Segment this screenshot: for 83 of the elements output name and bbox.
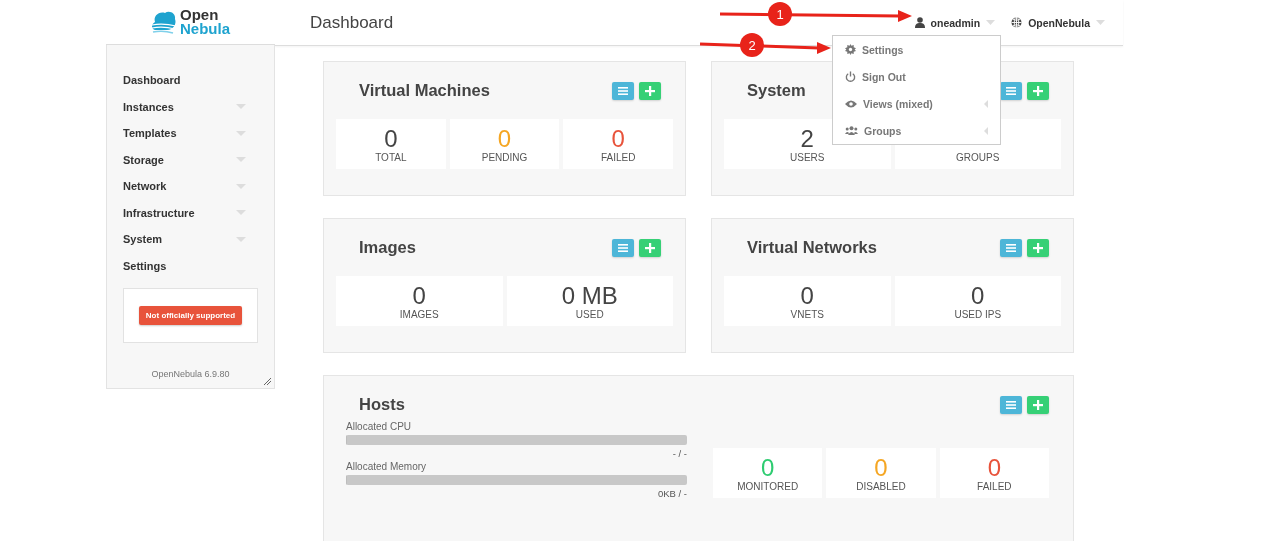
sidebar-item[interactable]: Network (123, 173, 274, 200)
menu-item[interactable]: Groups (833, 117, 1000, 144)
stat-label: USERS (790, 151, 825, 163)
warning-badge: Not officially supported (138, 306, 243, 325)
cloud-logo-icon (151, 10, 177, 34)
card-title: Virtual Machines (359, 81, 490, 100)
stat-label: TOTAL (375, 151, 407, 163)
menu-item[interactable]: Sign Out (833, 63, 1000, 90)
stat-value: 0 (971, 282, 985, 309)
plus-icon (645, 242, 655, 253)
stat-label: MONITORED (737, 480, 799, 492)
meter-reading: - / - (672, 448, 687, 459)
version-text: OpenNebula 6.9.80 (150, 369, 231, 379)
power-icon (845, 71, 856, 82)
user-menu[interactable]: oneadmin (914, 16, 996, 29)
stat-label: GROUPS (956, 151, 1000, 163)
step-badge: 2 (740, 33, 764, 57)
globe-icon (1011, 17, 1023, 28)
stat-label: USED (575, 308, 604, 320)
sidebar-item[interactable]: Dashboard (123, 67, 274, 94)
list-icon (1006, 400, 1016, 409)
group-icon (845, 126, 858, 135)
list-button[interactable] (1000, 81, 1022, 100)
stat-label: VNETS (790, 308, 824, 320)
add-button[interactable] (639, 81, 661, 100)
logo-text: Nebula (180, 22, 230, 36)
sidebar-item[interactable]: Templates (123, 120, 274, 147)
sidebar-item[interactable]: Infrastructure (123, 199, 274, 226)
card-title: System (747, 81, 806, 100)
card-title: Hosts (359, 395, 405, 414)
resize-handle-icon[interactable] (264, 378, 271, 385)
add-button[interactable] (639, 238, 661, 257)
meter-label: Allocated Memory (346, 461, 428, 473)
list-icon (1006, 243, 1016, 252)
list-icon (1006, 86, 1016, 95)
stat-label: DISABLED (856, 480, 906, 492)
stat-label: FAILED (977, 480, 1012, 492)
card-title: Virtual Networks (747, 238, 877, 257)
logo-text: Open (180, 8, 220, 22)
list-button[interactable] (1000, 395, 1022, 414)
plus-icon (645, 85, 655, 96)
stat-value: 0 (611, 125, 625, 152)
sidebar-item[interactable]: System (123, 226, 274, 253)
stat-value: 0 (761, 454, 775, 481)
caret-icon (986, 20, 996, 25)
list-button[interactable] (612, 238, 634, 257)
meter-label: Allocated CPU (346, 421, 413, 433)
list-icon (618, 243, 628, 252)
stat-value: 0 MB (561, 282, 618, 309)
stat-label: FAILED (600, 151, 636, 163)
stat-value: 0 (412, 282, 426, 309)
list-button[interactable] (612, 81, 634, 100)
menu-item[interactable]: Views (mixed) (833, 90, 1000, 117)
sidebar-item[interactable]: Storage (123, 146, 274, 173)
card-title: Images (359, 238, 416, 257)
list-icon (618, 86, 628, 95)
menu-item[interactable]: Settings (833, 36, 1000, 63)
stat-value: 0 (497, 125, 512, 152)
meter-reading: 0KB / - (657, 488, 687, 499)
stat-value: 0 (987, 454, 1001, 481)
stat-value: 2 (800, 125, 814, 152)
plus-icon (1033, 399, 1043, 410)
sidebar-item[interactable]: Settings (123, 252, 274, 279)
user-icon (914, 17, 925, 28)
add-button[interactable] (1027, 238, 1049, 257)
add-button[interactable] (1027, 395, 1049, 414)
caret-icon (1096, 20, 1105, 25)
stat-value: 0 (384, 125, 398, 152)
stat-value: 0 (800, 282, 814, 309)
sidebar-item[interactable]: Instances (123, 93, 274, 120)
gear-icon (845, 44, 856, 55)
zone-menu[interactable]: OpenNebula (1011, 16, 1105, 29)
list-button[interactable] (1000, 238, 1022, 257)
plus-icon (1033, 242, 1043, 253)
stat-label: USED IPS (954, 308, 1002, 320)
page-title: Dashboard (310, 12, 394, 33)
eye-icon (845, 99, 857, 108)
plus-icon (1033, 85, 1043, 96)
add-button[interactable] (1027, 81, 1049, 100)
stat-value: 0 (874, 454, 888, 481)
stat-label: PENDING (481, 151, 528, 163)
step-badge: 1 (768, 2, 792, 26)
stat-label: IMAGES (399, 308, 439, 320)
